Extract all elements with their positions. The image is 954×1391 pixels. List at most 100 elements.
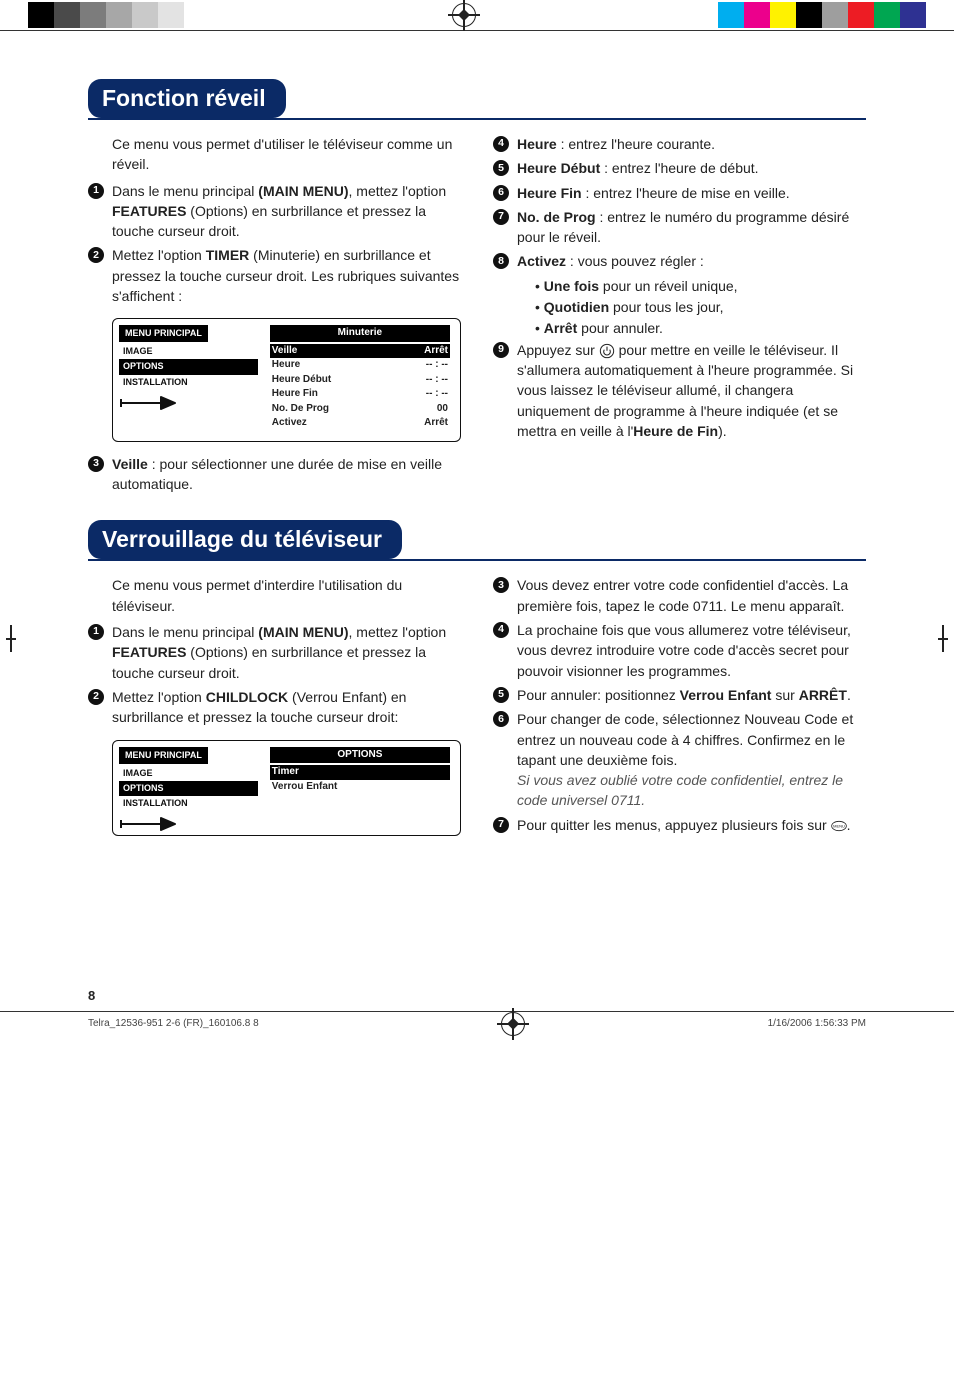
section1-right-col: 4 Heure : entrez l'heure courante. 5Heure … (493, 134, 866, 498)
osd-row-value: -- : -- (426, 387, 448, 402)
sub-bullet: Une fois pour un réveil unique, (517, 276, 866, 296)
osd-row: Heure Début-- : -- (270, 373, 450, 388)
step: 5Pour annuler: positionnez Verrou Enfant… (493, 685, 866, 705)
color-swatch (848, 2, 874, 28)
osd-row-label: Verrou Enfant (272, 780, 338, 795)
osd-row: Activez Arrêt (270, 416, 450, 431)
step: 8Activez : vous pouvez régler : (493, 251, 866, 271)
registration-mark-icon (501, 1012, 525, 1036)
step-number-badge: 1 (88, 183, 104, 199)
step: 4 Heure : entrez l'heure courante. (493, 134, 866, 154)
osd-row: Heure -- : -- (270, 358, 450, 373)
step-number-badge: 3 (493, 577, 509, 593)
osd-row-value: 00 (437, 402, 448, 417)
osd-timer-menu: MENU PRINCIPAL IMAGEOPTIONSINSTALLATION … (112, 318, 461, 442)
step-text: Vous devez entrer votre code confidentie… (517, 575, 866, 616)
osd-row-value: Arrêt (424, 344, 448, 359)
osd-menu-item: IMAGE (119, 344, 258, 359)
step: 1 Dans le menu principal (MAIN MENU), met… (88, 181, 461, 242)
step-number-badge: 1 (88, 624, 104, 640)
step: 6 Pour changer de code, sélectionnez Nouv… (493, 709, 866, 810)
color-swatch (796, 2, 822, 28)
step-text: Activez : vous pouvez régler : (517, 251, 866, 271)
osd-row-label: Heure (272, 358, 300, 373)
section2-columns: Ce menu vous permet d'interdire l'utilis… (88, 575, 866, 847)
color-swatch (770, 2, 796, 28)
osd-row: Heure Fin -- : -- (270, 387, 450, 402)
arrow-right-icon (119, 396, 179, 410)
osd-row: Timer (270, 765, 450, 780)
color-swatch (132, 2, 158, 28)
step: 2Mettez l'option TIMER (Minuterie) en su… (88, 245, 461, 306)
osd-menu-label: MENU PRINCIPAL (119, 747, 208, 764)
step-text: Dans le menu principal (MAIN MENU), mett… (112, 181, 461, 242)
section1-columns: Ce menu vous permet d'utiliser le télévi… (88, 134, 866, 498)
color-swatch (718, 2, 744, 28)
registration-mark-icon (452, 3, 476, 27)
step-text: Appuyez sur pour mettre en veille le tél… (517, 340, 866, 441)
step: 2 Mettez l'option CHILDLOCK (Verrou Enfan… (88, 687, 461, 728)
section-heading-wrap: Fonction réveil (88, 79, 866, 120)
step-number-badge: 3 (88, 456, 104, 472)
color-swatch (744, 2, 770, 28)
step: 5Heure Début : entrez l'heure de début. (493, 158, 866, 178)
step: 3 Vous devez entrer votre code confidenti… (493, 575, 866, 616)
section1-intro: Ce menu vous permet d'utiliser le télévi… (88, 134, 461, 175)
step: 1 Dans le menu principal (MAIN MENU), met… (88, 622, 461, 683)
step-text: Dans le menu principal (MAIN MENU), mett… (112, 622, 461, 683)
page-content: Fonction réveil Ce menu vous permet d'ut… (0, 39, 954, 868)
osd-row-value: -- : -- (426, 358, 448, 373)
step-number-badge: 6 (493, 711, 509, 727)
step-text: Pour changer de code, sélectionnez Nouve… (517, 709, 866, 810)
step-number-badge: 9 (493, 342, 509, 358)
step-number-badge: 7 (493, 209, 509, 225)
color-swatch (106, 2, 132, 28)
step-number-badge: 2 (88, 689, 104, 705)
osd-row-label: Activez (272, 416, 307, 431)
color-swatch (28, 2, 54, 28)
arrow-right-icon (119, 817, 179, 831)
color-swatch (80, 2, 106, 28)
osd-row-label: Heure Début (272, 373, 331, 388)
osd-row: No. De Prog 00 (270, 402, 450, 417)
step: 6 Heure Fin : entrez l'heure de mise en v… (493, 183, 866, 203)
osd-menu-item: INSTALLATION (119, 375, 258, 390)
step-number-badge: 6 (493, 185, 509, 201)
step-number-badge: 7 (493, 817, 509, 833)
osd-row-label: Heure Fin (272, 387, 318, 402)
section-heading-wrap: Verrouillage du téléviseur (88, 520, 866, 561)
step: 7 Pour quitter les menus, appuyez plusieu… (493, 815, 866, 835)
section2-left-col: Ce menu vous permet d'interdire l'utilis… (88, 575, 461, 847)
osd-row-label: Timer (272, 765, 299, 780)
step-text: Heure : entrez l'heure courante. (517, 134, 866, 154)
step-text: Heure Fin : entrez l'heure de mise en ve… (517, 183, 866, 203)
section-heading: Fonction réveil (88, 79, 286, 118)
osd-panel-title: Minuterie (270, 325, 450, 342)
sub-bullet: Quotidien pour tous les jour, (517, 297, 866, 317)
osd-row-value: Arrêt (424, 416, 448, 431)
osd-panel-title: OPTIONS (270, 747, 450, 764)
section2-right-col: 3 Vous devez entrer votre code confidenti… (493, 575, 866, 847)
footer-filename: Telra_12536-951 2-6 (FR)_160106.8 8 (88, 1018, 259, 1029)
color-swatch (900, 2, 926, 28)
step-text: Veille : pour sélectionner une durée de … (112, 454, 461, 495)
step-number-badge: 4 (493, 136, 509, 152)
osd-menu-item: OPTIONS (119, 359, 258, 374)
section1-left-col: Ce menu vous permet d'utiliser le télévi… (88, 134, 461, 498)
step: 4La prochaine fois que vous allumerez vo… (493, 620, 866, 681)
osd-row: Verrou Enfant (270, 780, 450, 795)
step-text: Pour quitter les menus, appuyez plusieur… (517, 815, 866, 835)
osd-row-label: No. De Prog (272, 402, 329, 417)
osd-row-label: Veille (272, 344, 298, 359)
color-swatch (874, 2, 900, 28)
step-number-badge: 4 (493, 622, 509, 638)
color-swatch (822, 2, 848, 28)
color-swatches-right (718, 2, 926, 28)
color-swatches-left (28, 2, 210, 28)
color-swatch (158, 2, 184, 28)
svg-text:MENU: MENU (833, 823, 845, 828)
print-registration-bar-top (0, 0, 954, 31)
osd-menu-item: OPTIONS (119, 781, 258, 796)
step-text: Mettez l'option CHILDLOCK (Verrou Enfant… (112, 687, 461, 728)
color-swatch (54, 2, 80, 28)
